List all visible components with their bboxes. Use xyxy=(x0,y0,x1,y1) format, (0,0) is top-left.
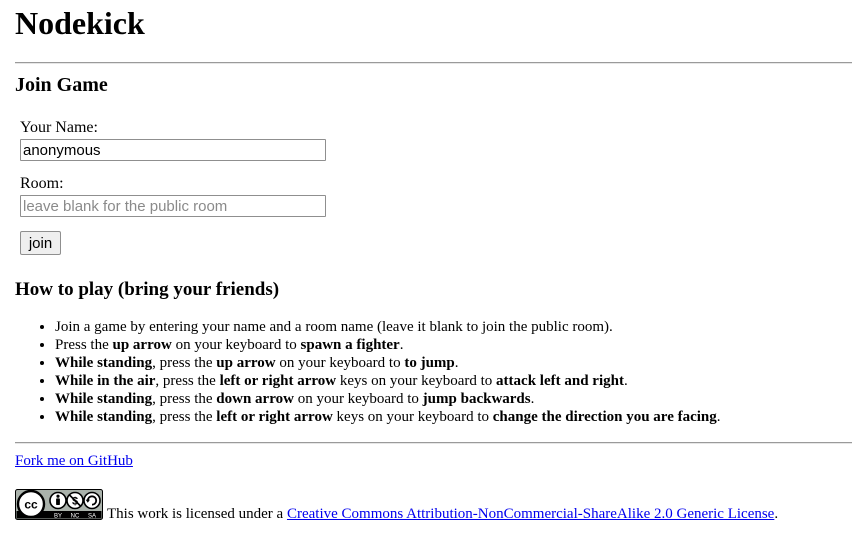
room-label: Room: xyxy=(20,175,64,192)
rule-item: While standing, press the left or right … xyxy=(55,408,721,426)
rule-item: While standing, press the down arrow on … xyxy=(55,390,721,408)
page: Nodekick Join Game Your Name: Room: join… xyxy=(0,0,852,533)
rule-text: . xyxy=(623,373,628,389)
rule-emphasis: to jump xyxy=(404,355,455,371)
rule-text: . xyxy=(716,409,721,425)
rule-text: keys on your keyboard to xyxy=(336,373,497,389)
room-input[interactable] xyxy=(20,195,326,217)
license-suffix: . xyxy=(774,506,779,522)
rule-text: on your keyboard to xyxy=(171,337,301,353)
rule-text: Join a game by entering your name and a … xyxy=(55,319,613,335)
rule-emphasis: up arrow xyxy=(216,355,276,371)
how-to-play-list: Join a game by entering your name and a … xyxy=(15,318,721,426)
rule-emphasis: While in the air xyxy=(55,373,156,389)
license-term-by: BY xyxy=(54,514,62,520)
rule-text: on your keyboard to xyxy=(275,355,405,371)
rule-item: Join a game by entering your name and a … xyxy=(55,318,721,336)
creative-commons-by-nc-sa-badge-icon: cc $ BY NC SA xyxy=(15,489,103,520)
rule-emphasis: While standing xyxy=(55,409,153,425)
rule-text: on your keyboard to xyxy=(293,391,423,407)
bottom-divider xyxy=(15,442,852,444)
rule-text: , press the xyxy=(155,373,220,389)
top-divider xyxy=(15,62,852,64)
rule-item: Press the up arrow on your keyboard to s… xyxy=(55,336,721,354)
license-prefix: This work is licensed under a xyxy=(107,506,287,522)
join-button[interactable]: join xyxy=(20,231,61,255)
license-link[interactable]: Creative Commons Attribution-NonCommerci… xyxy=(287,506,774,522)
license-text: This work is licensed under a Creative C… xyxy=(107,505,778,523)
rule-emphasis: left or right arrow xyxy=(219,373,337,389)
rule-emphasis: left or right arrow xyxy=(216,409,333,425)
rule-text: keys on your keyboard to xyxy=(332,409,493,425)
github-fork-link[interactable]: Fork me on GitHub xyxy=(15,452,133,470)
rule-item: While in the air, press the left or righ… xyxy=(55,372,721,390)
rule-emphasis: While standing xyxy=(55,391,153,407)
rule-text: , press the xyxy=(152,409,217,425)
rule-emphasis: up arrow xyxy=(112,337,172,353)
cc-license-badge-link[interactable]: cc $ BY NC SA xyxy=(15,489,103,520)
rule-emphasis: jump backwards xyxy=(422,391,531,407)
rule-emphasis: spawn a fighter xyxy=(300,337,400,353)
rule-emphasis: While standing xyxy=(55,355,153,371)
rule-item: While standing, press the up arrow on yo… xyxy=(55,354,721,372)
license-term-nc: NC xyxy=(71,514,80,520)
how-to-play-heading: How to play (bring your friends) xyxy=(15,279,280,300)
join-game-heading: Join Game xyxy=(15,74,108,96)
cc-mark: cc xyxy=(24,498,38,512)
name-input[interactable] xyxy=(20,139,326,161)
rule-text: , press the xyxy=(152,391,217,407)
rule-emphasis: change the direction you are facing xyxy=(492,409,717,425)
site-title: Nodekick xyxy=(15,5,145,41)
rule-text: , press the xyxy=(152,355,217,371)
rule-text: Press the xyxy=(55,337,113,353)
license-term-sa: SA xyxy=(88,514,96,520)
rule-text: . xyxy=(399,337,404,353)
rule-text: . xyxy=(454,355,459,371)
name-label: Your Name: xyxy=(20,119,98,136)
rule-emphasis: attack left and right xyxy=(496,373,624,389)
rule-emphasis: down arrow xyxy=(216,391,294,407)
rule-text: . xyxy=(530,391,535,407)
